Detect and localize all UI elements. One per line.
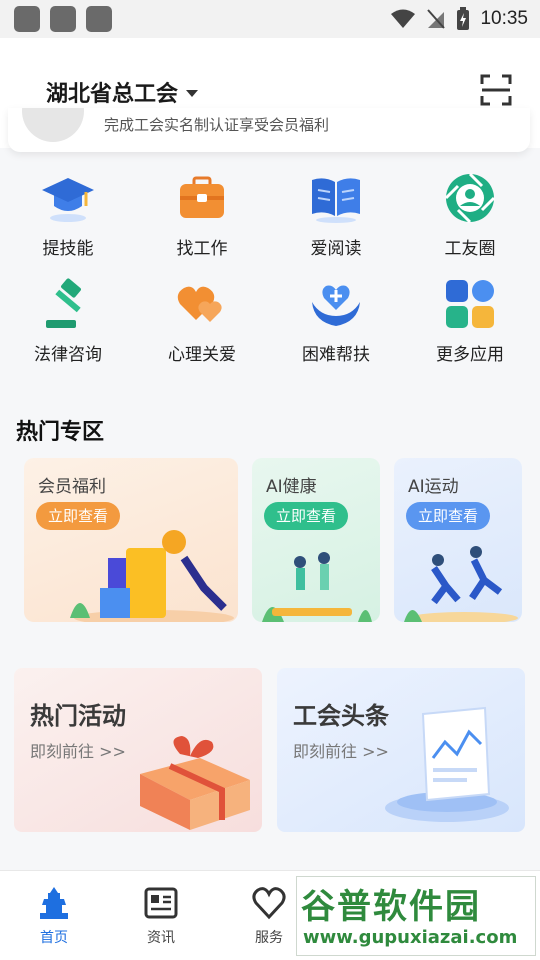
- battery-charging-icon: [457, 7, 470, 30]
- caret-down-icon: [186, 89, 199, 97]
- zone-card-member-benefits[interactable]: 会员福利 立即查看: [24, 458, 238, 622]
- banner-union-headlines[interactable]: 工会头条 即刻前往 >>: [277, 668, 525, 832]
- view-now-button[interactable]: 立即查看: [406, 502, 491, 530]
- graduation-cap-icon: [42, 178, 94, 222]
- app-more[interactable]: 更多应用: [410, 276, 530, 365]
- open-book-icon: [312, 178, 360, 223]
- newspaper-chart-illustration: [385, 706, 509, 822]
- home-tower-icon: [40, 887, 68, 919]
- section-title: 热门专区: [16, 420, 105, 445]
- scan-icon[interactable]: [480, 74, 512, 106]
- helping-hand-icon: [312, 285, 360, 326]
- notice-text: 完成工会实名制认证享受会员福利: [104, 116, 330, 134]
- app-assistance[interactable]: 困难帮扶: [276, 276, 396, 365]
- app-jobs[interactable]: 找工作: [142, 170, 262, 259]
- banner-hot-activities[interactable]: 热门活动 即刻前往 >>: [14, 668, 262, 832]
- notification-icon: [50, 6, 76, 32]
- briefcase-icon: [180, 176, 224, 218]
- avatar: [22, 108, 84, 142]
- watermark-logo: 谷普软件园 www.gupuxiazai.com: [296, 876, 536, 956]
- app-skills[interactable]: 提技能: [8, 170, 128, 259]
- news-icon: [144, 887, 178, 919]
- app-legal[interactable]: 法律咨询: [8, 276, 128, 365]
- app-mental-care[interactable]: 心理关爱: [142, 276, 262, 365]
- notification-icon: [14, 6, 40, 32]
- org-selector[interactable]: 湖北省总工会: [46, 76, 199, 108]
- zone-card-ai-sports[interactable]: AI运动 立即查看: [394, 458, 522, 622]
- nav-news[interactable]: 资讯: [131, 885, 191, 947]
- no-signal-icon: [427, 9, 446, 29]
- zone-card-ai-health[interactable]: AI健康 立即查看: [252, 458, 380, 622]
- status-bar: 10:35: [0, 0, 540, 38]
- gavel-icon: [46, 278, 81, 328]
- view-now-button[interactable]: 立即查看: [36, 502, 121, 530]
- camera-aperture-icon: [444, 172, 496, 224]
- heart-icon: [252, 887, 286, 920]
- verification-notice-card[interactable]: 完成工会实名制认证享受会员福利: [8, 108, 530, 152]
- hearts-icon: [177, 286, 222, 322]
- org-name: 湖北省总工会: [46, 82, 179, 107]
- runners-illustration: [404, 546, 518, 622]
- notification-icon: [86, 6, 112, 32]
- shopping-illustration: [70, 530, 234, 622]
- treadmill-illustration: [262, 552, 372, 622]
- clock: 10:35: [480, 8, 528, 29]
- app-workmates[interactable]: 工友圈: [410, 170, 530, 259]
- nav-home[interactable]: 首页: [24, 885, 84, 947]
- nav-services[interactable]: 服务: [239, 885, 299, 947]
- more-apps-icon: [446, 280, 494, 328]
- app-reading[interactable]: 爱阅读: [276, 170, 396, 259]
- view-now-button[interactable]: 立即查看: [264, 502, 349, 530]
- gift-box-illustration: [140, 736, 250, 830]
- wifi-icon: [391, 9, 416, 28]
